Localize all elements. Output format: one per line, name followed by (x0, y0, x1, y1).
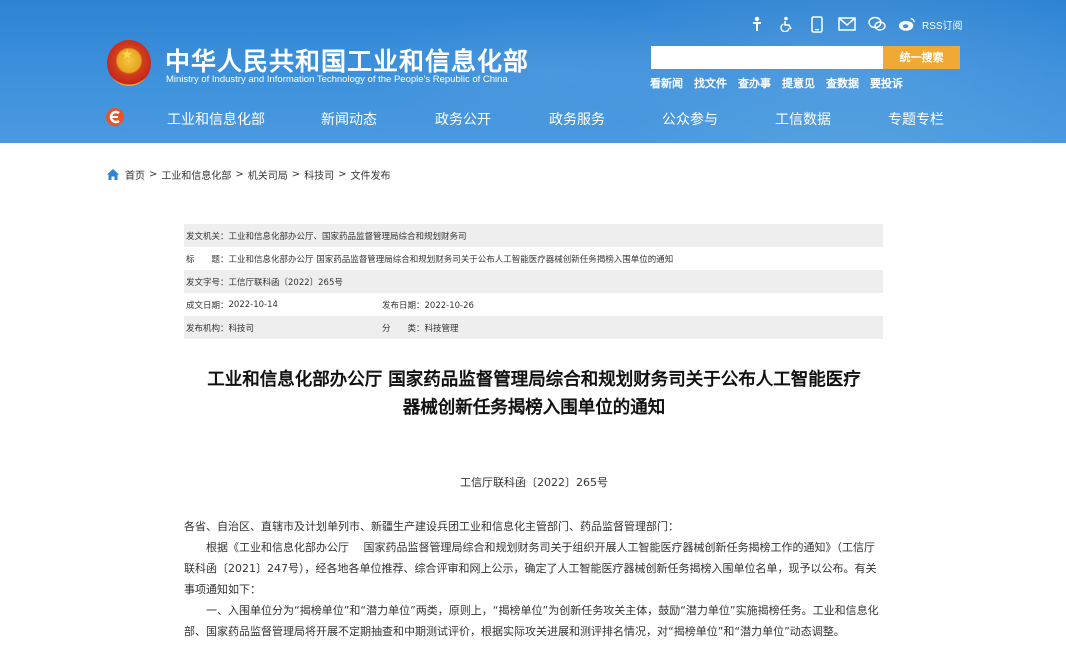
mobile-icon[interactable] (808, 15, 826, 33)
nav-item-participation[interactable]: 公众参与 (662, 109, 718, 129)
breadcrumb-miit[interactable]: 工业和信息化部 (161, 167, 231, 182)
paragraph: 根据《工业和信息化部办公厅 国家药品监督管理局综合和规划财务司关于组织开展人工智… (184, 541, 877, 596)
breadcrumb-file-release[interactable]: 文件发布 (351, 167, 391, 182)
quick-link-feedback[interactable]: 提意见 (782, 75, 815, 91)
document-title-line1: 工业和信息化部办公厅 国家药品监督管理局综合和规划财务司关于公布人工智能医疗 (207, 370, 861, 390)
info-row-org: 发布机构： 科技司 分 类：科技管理 (184, 316, 883, 339)
quick-link-services[interactable]: 查办事 (738, 75, 771, 91)
subject-value: 工业和信息化部办公厅 国家药品监督管理局综合和规划财务司关于公布人工智能医疗器械… (228, 254, 674, 265)
home-icon (107, 169, 119, 180)
quick-link-files[interactable]: 找文件 (694, 75, 727, 91)
search-button[interactable]: 统一搜索 (883, 46, 960, 69)
category-value: 科技管理 (424, 323, 459, 334)
nav-item-data[interactable]: 工信数据 (775, 109, 831, 129)
nav-item-topics[interactable]: 专题专栏 (888, 109, 944, 129)
national-emblem-icon[interactable]: ★ (107, 40, 151, 86)
breadcrumb: 首页 > 工业和信息化部 > 机关司局 > 科技司 > 文件发布 (107, 167, 391, 182)
published-value: 2022-10-26 (424, 300, 474, 311)
document-body: 各省、自治区、直辖市及计划单列市、新疆生产建设兵团工业和信息化主管部门、药品监督… (184, 516, 884, 642)
accessibility-icon[interactable] (748, 15, 766, 33)
site-header: ★ 中华人民共和国工业和信息化部 Ministry of Industry an… (0, 0, 1066, 143)
breadcrumb-separator: > (338, 169, 347, 180)
document-title: 工业和信息化部办公厅 国家药品监督管理局综合和规划财务司关于公布人工智能医疗 器… (184, 366, 884, 422)
breadcrumb-home[interactable]: 首页 (125, 167, 145, 182)
document-info-table: 发文机关： 工业和信息化部办公厅、国家药品监督管理局综合和规划财务司 标 题： … (184, 224, 883, 339)
org-value: 科技司 (228, 323, 255, 334)
breadcrumb-separator: > (149, 169, 158, 180)
breadcrumb-tech-dept[interactable]: 科技司 (304, 167, 334, 182)
weibo-icon[interactable] (898, 15, 916, 33)
issuer-value: 工业和信息化部办公厅、国家药品监督管理局综合和规划财务司 (228, 231, 467, 242)
main-nav: 工业和信息化部 新闻动态 政务公开 政务服务 公众参与 工信数据 专题专栏 (0, 100, 1066, 136)
org-label: 发布机构： (186, 323, 229, 334)
top-toolbar: RSS订阅 (748, 14, 963, 34)
rss-link[interactable]: RSS订阅 (922, 17, 963, 32)
docno-label: 发文字号： (186, 277, 229, 288)
document-title-line2: 器械创新任务揭榜入围单位的通知 (402, 398, 666, 418)
quick-links: 看新闻 找文件 查办事 提意见 查数据 要投诉 (650, 75, 914, 91)
document-number: 工信厅联科函〔2022〕265号 (460, 476, 608, 489)
docno-value: 工信厅联科函〔2022〕265号 (228, 277, 343, 288)
salutation: 各省、自治区、直辖市及计划单列市、新疆生产建设兵团工业和信息化主管部门、药品监督… (184, 520, 679, 533)
published-group: 发布日期：2022-10-26 (382, 299, 474, 311)
published-label: 发布日期： (382, 300, 425, 311)
quick-link-data[interactable]: 查数据 (826, 75, 859, 91)
miit-logo-icon[interactable] (104, 106, 126, 128)
nav-item-disclosure[interactable]: 政务公开 (435, 109, 491, 129)
nav-item-miit[interactable]: 工业和信息化部 (167, 109, 265, 129)
breadcrumb-bureaus[interactable]: 机关司局 (248, 167, 288, 182)
nav-item-news[interactable]: 新闻动态 (321, 109, 377, 129)
info-row-subject: 标 题： 工业和信息化部办公厅 国家药品监督管理局综合和规划财务司关于公布人工智… (184, 247, 883, 270)
search-input[interactable] (651, 46, 883, 69)
info-row-dates: 成文日期： 2022-10-14 发布日期：2022-10-26 (184, 293, 883, 316)
quick-link-complaint[interactable]: 要投诉 (870, 75, 903, 91)
created-value: 2022-10-14 (228, 299, 278, 310)
site-title[interactable]: 中华人民共和国工业和信息化部 (165, 42, 529, 78)
category-group: 分 类：科技管理 (382, 322, 459, 334)
info-row-issuer: 发文机关： 工业和信息化部办公厅、国家药品监督管理局综合和规划财务司 (184, 224, 883, 247)
breadcrumb-separator: > (291, 169, 301, 180)
mail-icon[interactable] (838, 15, 856, 33)
created-label: 成文日期： (186, 300, 229, 311)
wechat-icon[interactable] (868, 15, 886, 33)
quick-link-news[interactable]: 看新闻 (650, 75, 683, 91)
breadcrumb-separator: > (235, 169, 244, 180)
site-subtitle: Ministry of Industry and Information Tec… (166, 74, 508, 85)
subject-label: 标 题： (186, 254, 229, 265)
wheelchair-icon[interactable] (778, 15, 796, 33)
issuer-label: 发文机关： (186, 231, 229, 242)
paragraph: 一、入围单位分为“揭榜单位”和“潜力单位”两类，原则上，“揭榜单位”为创新任务攻… (184, 604, 879, 638)
category-label: 分 类： (382, 323, 425, 334)
nav-item-services[interactable]: 政务服务 (549, 109, 605, 129)
info-row-docno: 发文字号： 工信厅联科函〔2022〕265号 (184, 270, 883, 293)
